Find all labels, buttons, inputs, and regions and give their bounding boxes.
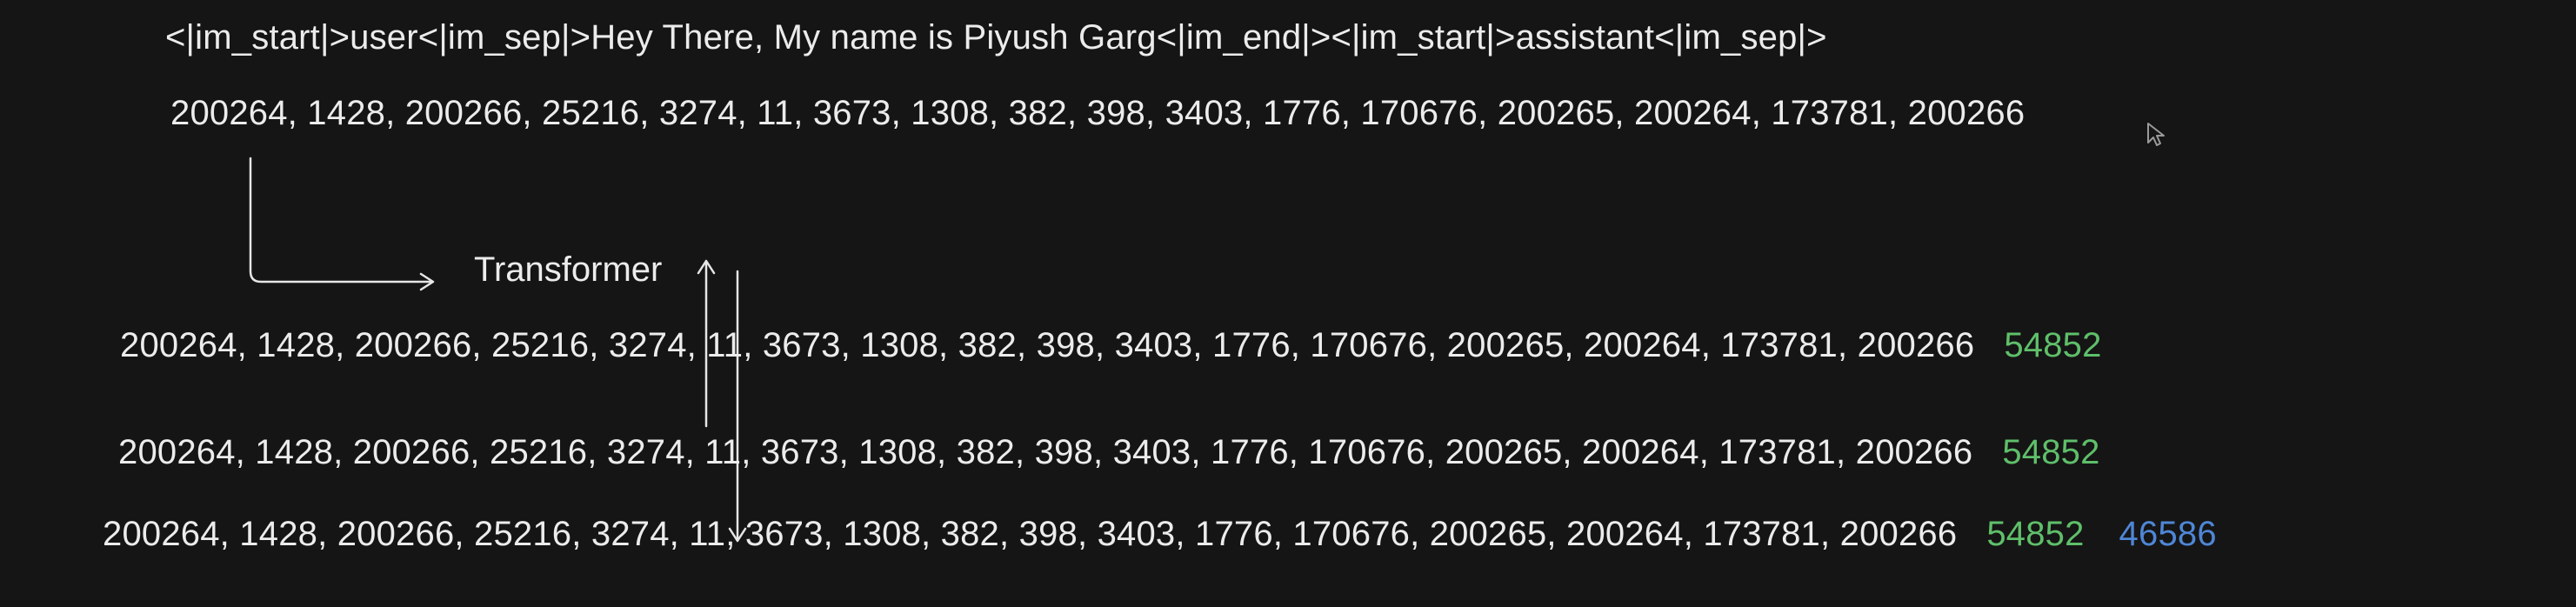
token-row-3-second-predicted: 46586: [2119, 515, 2217, 553]
token-row-2-predicted: 54852: [2002, 433, 2100, 471]
prompt-text: <|im_start|>user<|im_sep|>Hey There, My …: [165, 18, 1827, 57]
token-row-2-ids: 200264, 1428, 200266, 25216, 3274, 11, 3…: [118, 433, 1973, 471]
arrow-up-to-transformer-head: [697, 259, 716, 275]
token-row-2: 200264, 1428, 200266, 25216, 3274, 11, 3…: [118, 431, 2100, 473]
token-row-3: 200264, 1428, 200266, 25216, 3274, 11, 3…: [103, 513, 2217, 555]
arrow-to-transformer: [249, 157, 433, 283]
mouse-cursor-icon: [2147, 123, 2165, 146]
transformer-label: Transformer: [474, 250, 663, 289]
token-row-1-ids: 200264, 1428, 200266, 25216, 3274, 11, 3…: [120, 326, 1975, 364]
token-row-1: 200264, 1428, 200266, 25216, 3274, 11, 3…: [120, 324, 2102, 366]
arrow-to-transformer-head: [419, 272, 435, 291]
token-ids-line: 200264, 1428, 200266, 25216, 3274, 11, 3…: [170, 94, 2025, 132]
token-row-3-predicted: 54852: [1986, 515, 2085, 553]
token-row-3-ids: 200264, 1428, 200266, 25216, 3274, 11, 3…: [103, 515, 1958, 553]
token-row-1-predicted: 54852: [2004, 326, 2102, 364]
